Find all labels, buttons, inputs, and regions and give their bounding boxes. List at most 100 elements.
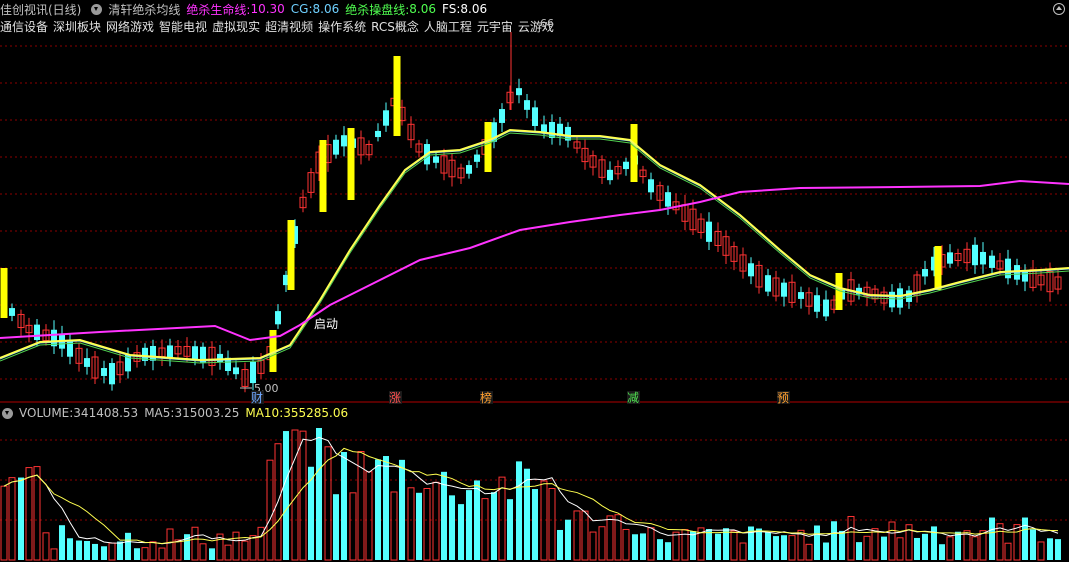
volume-bar [805,543,813,561]
volume-bar [67,538,73,560]
volume-bar [42,532,50,561]
volume-bar [341,452,347,560]
volume-bar [241,540,249,561]
volume-bar [532,489,538,560]
volume-bar [1030,529,1036,560]
candle-body [706,221,712,242]
volume-bar [390,491,398,561]
signal-bar [0,268,8,318]
ma5-value: 315003.25 [174,406,240,420]
volume-bar [581,510,589,561]
volume-bar [516,461,522,560]
volume-menu-icon[interactable] [2,407,13,419]
volume-bar [423,487,431,561]
volume-bar [50,548,58,561]
volume-bar [308,466,314,560]
volume-bar [149,541,157,561]
volume-bar [989,517,995,560]
signal-bar [484,122,492,172]
ma10-value: 355285.06 [283,406,349,420]
volume-bar [92,543,98,560]
volume-bar [657,539,663,560]
candle-body [549,122,555,138]
candle-body [972,244,978,266]
volume-bar [632,534,638,560]
candle-body [466,165,472,174]
volume-bar [166,528,174,561]
volume-bar [715,533,721,560]
volume-bar [847,515,855,561]
signal-label: 启动 [314,317,338,331]
candle-body [922,269,928,277]
volume-bar [174,539,182,561]
event-marker: 预 [777,391,789,405]
volume-label: VOLUME: [19,406,74,420]
candle-body [433,156,439,163]
event-marker: 涨 [389,390,401,405]
volume-bar [399,459,405,560]
candle-body [375,130,381,138]
volume-bar [939,544,945,560]
candle-body [516,88,522,96]
signal-bar [319,140,327,212]
volume-bar [589,531,597,561]
volume-bar [955,531,961,560]
volume-bar [1047,538,1053,560]
volume-bar [375,459,381,560]
volume-bar [466,490,472,560]
volume-bar [565,519,571,560]
volume-bar [888,521,896,561]
candle-body [989,255,995,268]
volume-bar [557,529,563,560]
volume-bar [117,541,123,560]
candle-body [980,251,986,265]
volume-bar [756,528,762,560]
candle-body [341,135,347,147]
volume-bar [416,492,422,560]
volume-bar [158,547,166,561]
volume-bar [18,477,24,560]
candle-body [167,345,173,358]
volume-bar [765,532,771,560]
candle-body [1005,258,1011,279]
signal-bar [630,124,638,182]
volume-bar [101,546,107,560]
volume-bar [788,535,796,561]
candle-body [233,367,239,375]
volume-bar [59,525,65,560]
candle-body [150,345,156,361]
volume-bar [996,523,1004,561]
volume-bar [84,540,90,560]
candle-body [532,107,538,126]
volume-value: 341408.53 [73,406,139,420]
volume-bar [831,521,837,560]
event-marker: 财 [251,391,263,405]
volume-bar [979,530,987,561]
signal-bar [287,220,295,290]
high-price-label: 66 [540,17,554,30]
volume-bar [573,510,581,561]
candle-body [275,311,281,325]
volume-bar [232,531,240,561]
volume-bar [963,530,971,561]
volume-bar [914,537,920,560]
volume-bar [773,536,779,560]
volume-bar [946,536,954,561]
volume-bar [1055,539,1061,560]
candle-body [250,361,256,384]
candle-body [748,263,754,277]
candle-body [814,295,820,312]
candle-body [101,368,107,376]
volume-bar [249,535,257,561]
volume-bar [474,480,480,560]
volume-bar [108,542,116,561]
volume-bar [922,533,928,560]
volume-bar [491,492,497,560]
volume-bar [622,528,630,561]
volume-bar [540,480,548,561]
volume-bar [823,542,829,560]
candle-body [67,339,73,357]
volume-bar [971,536,979,561]
volume-bar [730,530,738,561]
candle-body [499,109,505,123]
